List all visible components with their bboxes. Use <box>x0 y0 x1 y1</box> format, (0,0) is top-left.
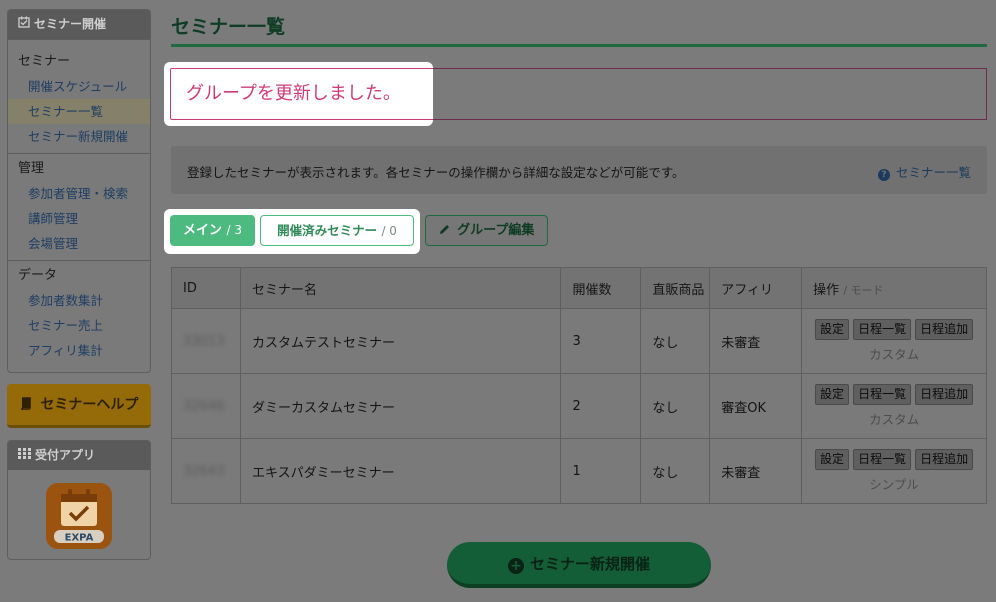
row-id: 32643 <box>171 438 241 504</box>
group-edit-label: グループ編集 <box>457 223 535 238</box>
sidebar-header-label: セミナー開催 <box>34 17 107 31</box>
row-ops: 設定 日程一覧 日程追加 シンプル <box>801 438 987 504</box>
row-ops: 設定 日程一覧 日程追加 カスタム <box>801 308 987 374</box>
row-name: エキスパダミーセミナー <box>239 438 562 504</box>
sidebar-group-data: データ 参加者数集計 セミナー売上 アフィリ集計 <box>8 260 150 363</box>
title-divider <box>171 44 987 47</box>
add-schedule-button[interactable]: 日程追加 <box>915 319 974 340</box>
row-ops: 設定 日程一覧 日程追加 カスタム <box>801 373 987 439</box>
grid-icon <box>18 441 31 470</box>
sidebar-item-new-seminar[interactable]: セミナー新規開催 <box>8 124 150 149</box>
col-affiliate: アフィリ <box>709 267 803 309</box>
table-header-row: ID セミナー名 開催数 直販商品 アフィリ 操作 / モード <box>171 267 987 309</box>
row-mode: シンプル <box>869 477 919 492</box>
page-title: セミナー一覧 <box>171 16 286 38</box>
col-id: ID <box>171 267 241 309</box>
schedule-list-button[interactable]: 日程一覧 <box>853 384 912 405</box>
sidebar-group-title: 管理 <box>18 161 45 176</box>
sidebar-group-title: セミナー <box>18 54 71 69</box>
tab-main[interactable]: メイン / 3 <box>170 215 255 246</box>
seminar-help-label: セミナーヘルプ <box>40 397 139 413</box>
sidebar-header: セミナー開催 <box>8 10 150 39</box>
row-id-value: 32646 <box>183 398 225 414</box>
row-product: なし <box>640 438 711 504</box>
row-count: 2 <box>560 373 642 439</box>
sidebar-group-title: データ <box>18 268 58 283</box>
sidebar-item-instructors[interactable]: 講師管理 <box>8 206 150 231</box>
schedule-list-button[interactable]: 日程一覧 <box>853 319 912 340</box>
row-product: なし <box>640 373 711 439</box>
add-schedule-button[interactable]: 日程追加 <box>915 384 974 405</box>
alert-border <box>433 68 987 120</box>
calendar-check-icon <box>18 10 30 39</box>
sidebar-item-participants[interactable]: 参加者管理・検索 <box>8 181 150 206</box>
help-link-label: セミナー一覧 <box>895 165 971 180</box>
pencil-icon <box>439 223 458 238</box>
row-product: なし <box>640 308 711 374</box>
row-affiliate: 未審査 <box>709 438 803 504</box>
sidebar-item-schedule[interactable]: 開催スケジュール <box>8 74 150 99</box>
settings-button[interactable]: 設定 <box>815 384 850 405</box>
row-op-buttons: 設定 日程一覧 日程追加 <box>802 384 986 405</box>
sidebar-nav: セミナー開催 セミナー 開催スケジュール セミナー一覧 セミナー新規開催 管理 … <box>7 9 151 373</box>
schedule-list-button[interactable]: 日程一覧 <box>853 449 912 470</box>
tab-finished-seminars[interactable]: 開催済みセミナー / 0 <box>260 215 414 246</box>
expa-app-icon[interactable]: EXPA <box>46 483 112 549</box>
table-row: 32643 エキスパダミーセミナー 1 なし 未審査 設定 日程一覧 日程追加 … <box>171 438 987 504</box>
help-link-seminar-list[interactable]: ? セミナー一覧 <box>877 162 971 181</box>
row-name: ダミーカスタムセミナー <box>239 373 562 439</box>
info-text: 登録したセミナーが表示されます。各セミナーの操作欄から詳細な設定などが可能です。 <box>187 165 685 180</box>
sidebar-item-seminar-sales[interactable]: セミナー売上 <box>8 313 150 338</box>
seminar-help-button[interactable]: セミナーヘルプ <box>7 384 151 428</box>
sidebar-group-manage: 管理 参加者管理・検索 講師管理 会場管理 <box>8 153 150 256</box>
expa-logo-text: EXPA <box>65 533 94 544</box>
row-op-buttons: 設定 日程一覧 日程追加 <box>802 449 986 470</box>
sidebar-item-venues[interactable]: 会場管理 <box>8 231 150 256</box>
table-row: 33013 カスタムテストセミナー 3 なし 未審査 設定 日程一覧 日程追加 … <box>171 308 987 374</box>
row-count: 1 <box>560 438 642 504</box>
reception-app-label: 受付アプリ <box>35 448 96 462</box>
new-seminar-button[interactable]: + セミナー新規開催 <box>447 542 711 588</box>
row-affiliate: 審査OK <box>709 373 803 439</box>
book-icon <box>20 397 41 413</box>
settings-button[interactable]: 設定 <box>815 449 850 470</box>
tab-main-count: / 3 <box>226 223 243 237</box>
row-affiliate: 未審査 <box>709 308 803 374</box>
col-ops-label: 操作 <box>813 282 840 298</box>
sidebar-group-seminar: セミナー 開催スケジュール セミナー一覧 セミナー新規開催 <box>8 39 150 149</box>
tab-finished-label: 開催済みセミナー <box>277 223 378 238</box>
sidebar-item-seminar-list[interactable]: セミナー一覧 <box>8 99 150 124</box>
question-icon: ? <box>877 169 890 181</box>
reception-app-header: 受付アプリ <box>8 441 150 470</box>
settings-button[interactable]: 設定 <box>815 319 850 340</box>
row-count: 3 <box>560 308 642 374</box>
reception-app-panel: 受付アプリ EXPA <box>7 440 151 560</box>
row-id: 32646 <box>171 373 241 439</box>
info-bar: 登録したセミナーが表示されます。各セミナーの操作欄から詳細な設定などが可能です。… <box>171 146 987 194</box>
col-ops: 操作 / モード <box>801 267 987 309</box>
col-name: セミナー名 <box>239 267 562 309</box>
alert-message: グループを更新しました。 <box>170 68 433 120</box>
sidebar-item-affiliate-stats[interactable]: アフィリ集計 <box>8 338 150 363</box>
tab-main-label: メイン <box>182 223 222 238</box>
tab-finished-count: / 0 <box>381 224 397 238</box>
row-op-buttons: 設定 日程一覧 日程追加 <box>802 319 986 340</box>
seminar-table: ID セミナー名 開催数 直販商品 アフィリ 操作 / モード 33013 カス… <box>171 267 987 504</box>
col-ops-mode: / モード <box>843 283 884 297</box>
col-count: 開催数 <box>560 267 642 309</box>
row-name: カスタムテストセミナー <box>239 308 562 374</box>
col-product: 直販商品 <box>640 267 711 309</box>
sidebar-item-participant-stats[interactable]: 参加者数集計 <box>8 288 150 313</box>
table-row: 32646 ダミーカスタムセミナー 2 なし 審査OK 設定 日程一覧 日程追加… <box>171 373 987 439</box>
row-id: 33013 <box>171 308 241 374</box>
row-id-value: 32643 <box>183 463 225 479</box>
plus-circle-icon: + <box>507 558 524 574</box>
add-schedule-button[interactable]: 日程追加 <box>915 449 974 470</box>
row-mode: カスタム <box>869 347 920 362</box>
new-seminar-label: セミナー新規開催 <box>529 555 650 573</box>
success-alert: グループを更新しました。 <box>164 62 433 126</box>
row-mode: カスタム <box>869 412 920 427</box>
row-id-value: 33013 <box>183 333 225 349</box>
group-edit-button[interactable]: グループ編集 <box>425 215 548 246</box>
